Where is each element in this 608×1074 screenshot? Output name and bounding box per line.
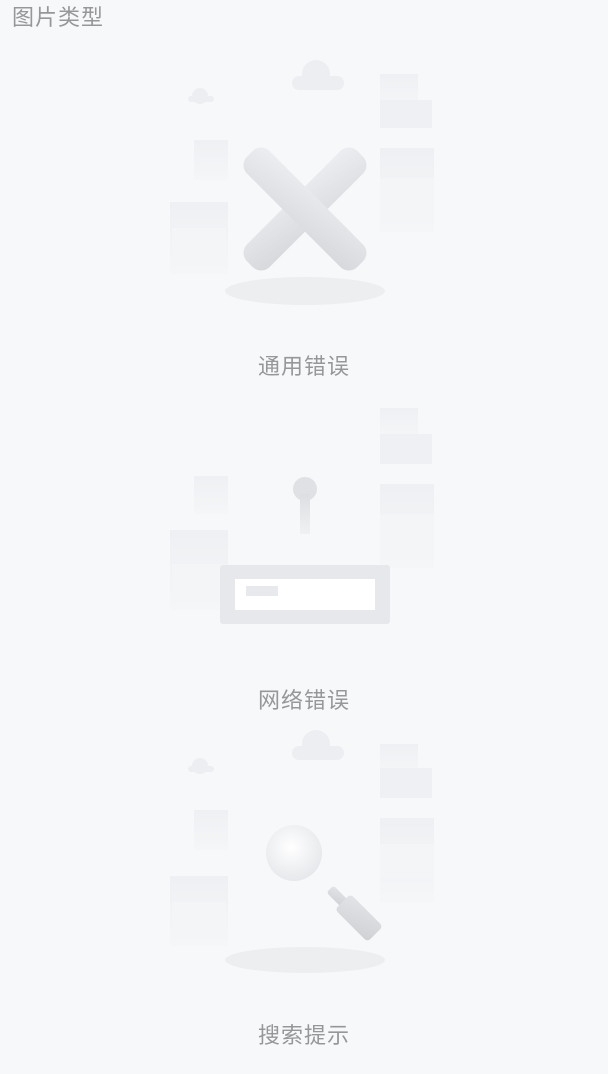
empty-state-description: 通用错误 (257, 355, 350, 380)
error-cross-icon (164, 50, 444, 310)
search-empty-icon (164, 720, 444, 980)
empty-state-description: 搜索提示 (257, 1024, 350, 1049)
empty-state-description: 网络错误 (257, 689, 350, 714)
section-title: 图片类型 (12, 6, 105, 31)
network-error-icon (164, 396, 444, 656)
